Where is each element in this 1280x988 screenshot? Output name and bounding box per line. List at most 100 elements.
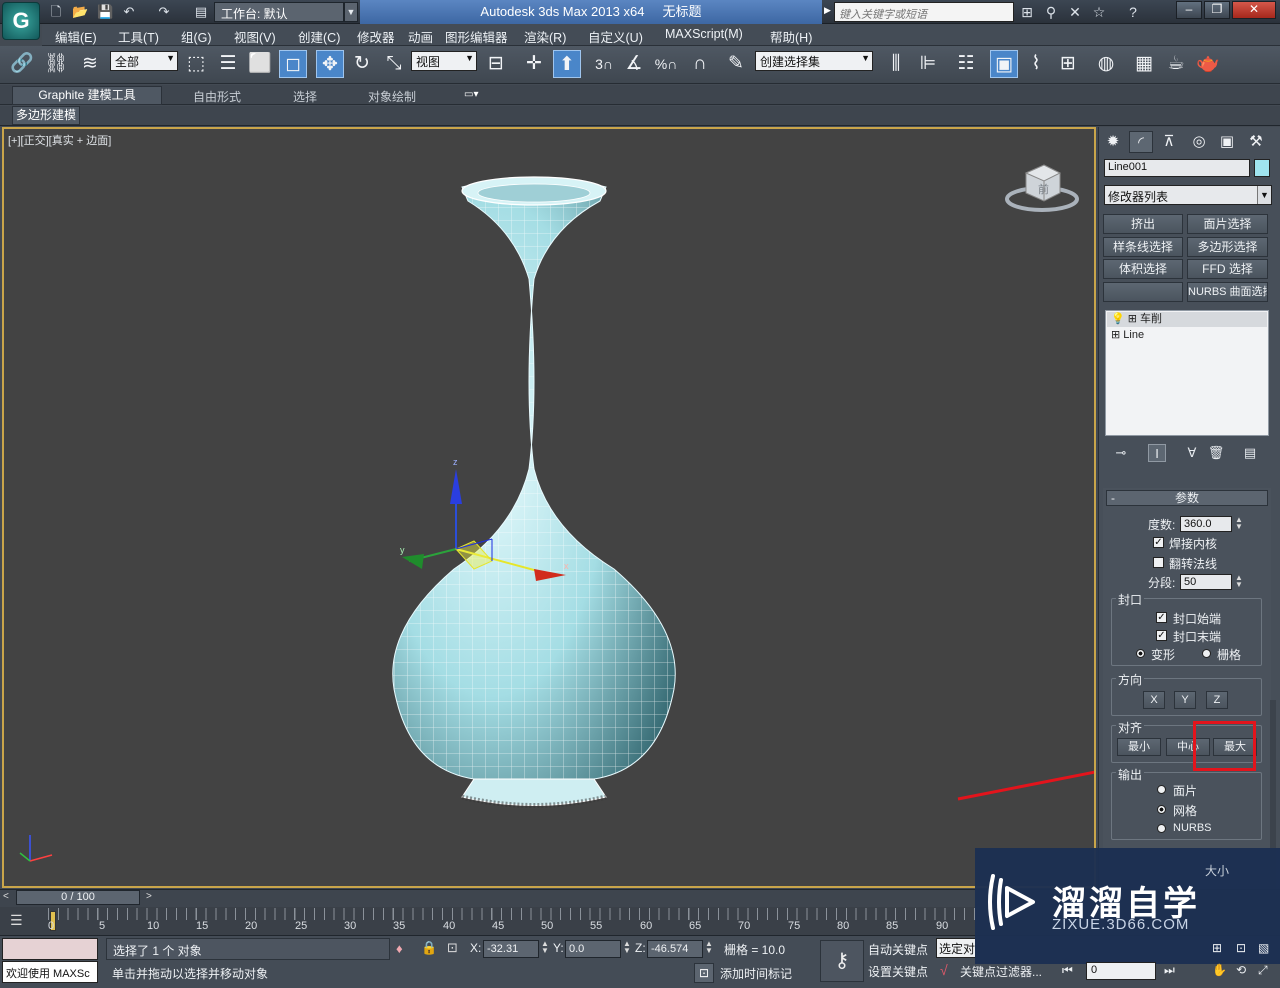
select-object-icon[interactable]: ⬚	[182, 50, 210, 78]
direction-y-button[interactable]: Y	[1174, 691, 1196, 709]
spinner-snap-icon[interactable]: ∩	[686, 50, 714, 78]
output-mesh-radio[interactable]	[1157, 805, 1166, 814]
search-input[interactable]: 键入关键字或短语	[834, 2, 1014, 22]
ribbon-options-icon[interactable]: ▭▾	[464, 89, 478, 100]
app-logo-icon[interactable]: G	[2, 2, 40, 40]
maximize-viewport-icon[interactable]: ⤢	[1258, 963, 1268, 978]
menu-create[interactable]: 创建(C)	[298, 27, 340, 46]
save-icon[interactable]: 💾	[97, 4, 113, 20]
absolute-mode-icon[interactable]: ⊡	[447, 940, 458, 956]
time-slider[interactable]: 0 / 100	[16, 890, 140, 905]
layer-manager-icon[interactable]: ☷	[952, 50, 980, 78]
selection-filter-dropdown[interactable]: 全部 ▼	[110, 51, 178, 71]
add-time-tag[interactable]: 添加时间标记	[720, 965, 792, 982]
undo-icon[interactable]: ↶	[121, 4, 137, 20]
cap-end-checkbox[interactable]: ✓	[1156, 630, 1167, 641]
keyboard-shortcut-override-icon[interactable]: ⬆	[553, 50, 581, 78]
rendered-frame-icon[interactable]: ☕	[1162, 50, 1190, 78]
y-spinner[interactable]: ▲ ▼	[622, 940, 632, 956]
extrude-button[interactable]: 挤出	[1103, 214, 1183, 234]
minimize-button[interactable]: –	[1176, 1, 1202, 19]
schematic-view-icon[interactable]: ⊞	[1054, 50, 1082, 78]
weld-core-checkbox[interactable]: ✓	[1153, 537, 1164, 548]
menu-graph-editors[interactable]: 图形编辑器	[445, 27, 508, 46]
snaps-toggle-icon[interactable]: 3∩	[590, 50, 618, 78]
menu-modifiers[interactable]: 修改器	[357, 27, 395, 46]
edit-named-selection-icon[interactable]: ✎	[722, 50, 750, 78]
isolate-icon[interactable]: ♦	[396, 941, 403, 956]
frame-prev-icon[interactable]: ⏮	[1062, 963, 1073, 978]
close-button[interactable]: ✕	[1232, 1, 1276, 19]
hierarchy-tab-icon[interactable]: ⊼	[1157, 131, 1181, 153]
favorites-star-icon[interactable]: ☆	[1090, 4, 1108, 20]
direction-x-button[interactable]: X	[1143, 691, 1165, 709]
select-by-name-icon[interactable]: ☰	[214, 50, 242, 78]
menu-tools[interactable]: 工具(T)	[118, 27, 159, 46]
stack-item-lathe[interactable]: 💡 ⊞ 车削	[1107, 312, 1267, 327]
redo-icon[interactable]: ↷	[156, 4, 172, 20]
select-and-rotate-icon[interactable]: ↻	[348, 50, 376, 78]
output-patch-radio[interactable]	[1157, 785, 1166, 794]
menu-group[interactable]: 组(G)	[181, 27, 212, 46]
time-prev-icon[interactable]: <	[3, 891, 9, 902]
select-and-manipulate-icon[interactable]: ✛	[520, 50, 548, 78]
material-editor-icon[interactable]: ◍	[1092, 50, 1120, 78]
display-tab-icon[interactable]: ▣	[1215, 131, 1239, 153]
segments-spinner[interactable]: ▲ ▼	[1234, 574, 1244, 590]
x-coordinate-field[interactable]: -32.31	[483, 940, 539, 958]
render-setup-icon[interactable]: ▦	[1130, 50, 1158, 78]
selected-set-dropdown[interactable]: 选定对	[936, 938, 976, 958]
key-icon[interactable]: ⚷	[820, 940, 864, 982]
configure-modifier-sets-icon[interactable]: ▤	[1241, 444, 1259, 462]
chevron-down-icon[interactable]: ▼	[344, 2, 358, 22]
key-filters-button[interactable]: 关键点过滤器...	[960, 963, 1042, 980]
binoculars-icon[interactable]: ⊞	[1018, 4, 1036, 20]
angle-snap-icon[interactable]: ∡	[620, 50, 648, 78]
tab-graphite-modeling[interactable]: Graphite 建模工具	[12, 86, 162, 105]
graphite-toggle-icon[interactable]: ▣	[990, 50, 1018, 78]
vol-select-button[interactable]: 体积选择	[1103, 259, 1183, 279]
named-selection-dropdown[interactable]: 创建选择集 ▼	[755, 51, 873, 71]
set-key-button[interactable]: 设置关键点	[868, 963, 928, 980]
create-tab-icon[interactable]: ✹	[1101, 131, 1125, 153]
reference-coordinate-dropdown[interactable]: 视图 ▼	[411, 51, 477, 71]
zoom-region-icon[interactable]: ⊡	[1236, 941, 1246, 955]
flip-normals-checkbox[interactable]	[1153, 557, 1164, 568]
morph-radio[interactable]	[1136, 649, 1145, 658]
mini-curve-editor-icon[interactable]: ☰	[10, 912, 23, 929]
project-folder-icon[interactable]: ▤	[193, 4, 209, 20]
maximize-button[interactable]: ❐	[1204, 1, 1230, 19]
modify-tab-icon[interactable]: ◜	[1129, 131, 1153, 153]
rectangular-selection-icon[interactable]: ⬜	[246, 50, 274, 78]
tab-freeform[interactable]: 自由形式	[193, 88, 241, 105]
make-unique-icon[interactable]: ∀	[1183, 444, 1201, 462]
bind-space-warp-icon[interactable]: ≋	[76, 50, 104, 78]
menu-maxscript[interactable]: MAXScript(M)	[665, 27, 743, 41]
workspace-dropdown[interactable]: 工作台: 默认	[214, 2, 344, 22]
output-nurbs-radio[interactable]	[1157, 824, 1166, 833]
menu-views[interactable]: 视图(V)	[234, 27, 276, 46]
pan-hand-icon[interactable]: ✋	[1212, 963, 1227, 977]
show-end-result-icon[interactable]: Ι	[1148, 444, 1166, 462]
frame-next-icon[interactable]: ⏭	[1164, 963, 1175, 978]
tab-selection[interactable]: 选择	[293, 88, 317, 105]
expand-icon[interactable]: ⊞	[1128, 313, 1137, 325]
remove-modifier-icon[interactable]: 🗑	[1207, 444, 1225, 462]
render-production-icon[interactable]: 🫖	[1194, 50, 1222, 78]
curve-editor-icon[interactable]: ⌇	[1022, 50, 1050, 78]
select-and-link-icon[interactable]: 🔗	[8, 50, 36, 78]
mirror-icon[interactable]: ⫼	[882, 50, 910, 78]
modifier-list-dropdown[interactable]: 修改器列表 ▼	[1104, 185, 1272, 205]
subscription-icon[interactable]: ⚲	[1042, 4, 1060, 20]
time-tag-icon[interactable]: ⊡	[694, 963, 714, 983]
direction-z-button[interactable]: Z	[1206, 691, 1228, 709]
nurbs-surface-select-button[interactable]: NURBS 曲面选择	[1187, 282, 1268, 302]
menu-customize[interactable]: 自定义(U)	[588, 27, 643, 46]
object-color-swatch[interactable]	[1254, 159, 1270, 177]
viewport-front[interactable]: [+][正交][真实 + 边面] z x y 前	[2, 127, 1096, 888]
fov-icon[interactable]: ▧	[1258, 941, 1269, 955]
cap-start-checkbox[interactable]: ✓	[1156, 612, 1167, 623]
align-min-button[interactable]: 最小	[1117, 738, 1161, 756]
menu-edit[interactable]: 编辑(E)	[55, 27, 97, 46]
object-name-field[interactable]: Line001	[1104, 159, 1250, 177]
